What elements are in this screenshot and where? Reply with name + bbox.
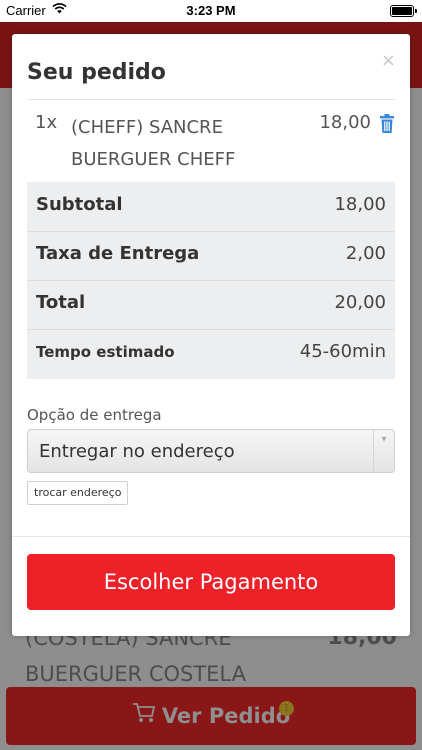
battery-icon <box>390 5 417 17</box>
close-button[interactable]: × <box>381 50 396 71</box>
delivery-fee-label: Taxa de Entrega <box>36 243 200 264</box>
total-row: Total 20,00 <box>27 280 395 330</box>
delivery-option-select[interactable]: Entregar no endereço ▾ <box>27 429 395 473</box>
delivery-fee-row: Taxa de Entrega 2,00 <box>27 231 395 281</box>
subtotal-row: Subtotal 18,00 <box>27 182 395 232</box>
cart-count-badge: 1 <box>279 701 294 716</box>
subtotal-label: Subtotal <box>36 194 123 215</box>
cart-icon <box>132 702 156 730</box>
order-summary: Subtotal 18,00 Taxa de Entrega 2,00 Tota… <box>27 182 395 379</box>
item-quantity: 1x <box>35 112 58 133</box>
total-value: 20,00 <box>334 292 386 313</box>
view-order-button[interactable]: Ver Pedido 1 <box>6 687 416 745</box>
order-line-item: 1x (CHEFF) SANCRE BUERGUER CHEFF 18,00 <box>27 108 395 180</box>
status-time: 3:23 PM <box>186 3 236 18</box>
eta-row: Tempo estimado 45-60min <box>27 329 395 378</box>
eta-label: Tempo estimado <box>36 343 175 361</box>
order-modal: Seu pedido × 1x (CHEFF) SANCRE BUERGUER … <box>12 34 410 636</box>
title-divider <box>27 99 395 100</box>
subtotal-value: 18,00 <box>334 194 386 215</box>
delivery-option-value: Entregar no endereço <box>39 441 235 462</box>
view-order-label: Ver Pedido <box>161 704 291 728</box>
trash-icon[interactable] <box>379 114 395 134</box>
delivery-option-label: Opção de entrega <box>27 406 162 424</box>
item-name: (CHEFF) SANCRE BUERGUER CHEFF <box>71 117 236 170</box>
item-price: 18,00 <box>319 112 371 133</box>
choose-payment-button[interactable]: Escolher Pagamento <box>27 554 395 610</box>
change-address-button[interactable]: trocar endereço <box>27 481 129 505</box>
modal-title: Seu pedido <box>27 60 166 85</box>
eta-value: 45-60min <box>299 341 386 362</box>
status-bar: Carrier 3:23 PM <box>0 0 422 22</box>
chevron-down-icon: ▾ <box>373 430 394 472</box>
delivery-fee-value: 2,00 <box>345 243 386 264</box>
total-label: Total <box>36 292 86 313</box>
footer-divider <box>12 536 410 537</box>
